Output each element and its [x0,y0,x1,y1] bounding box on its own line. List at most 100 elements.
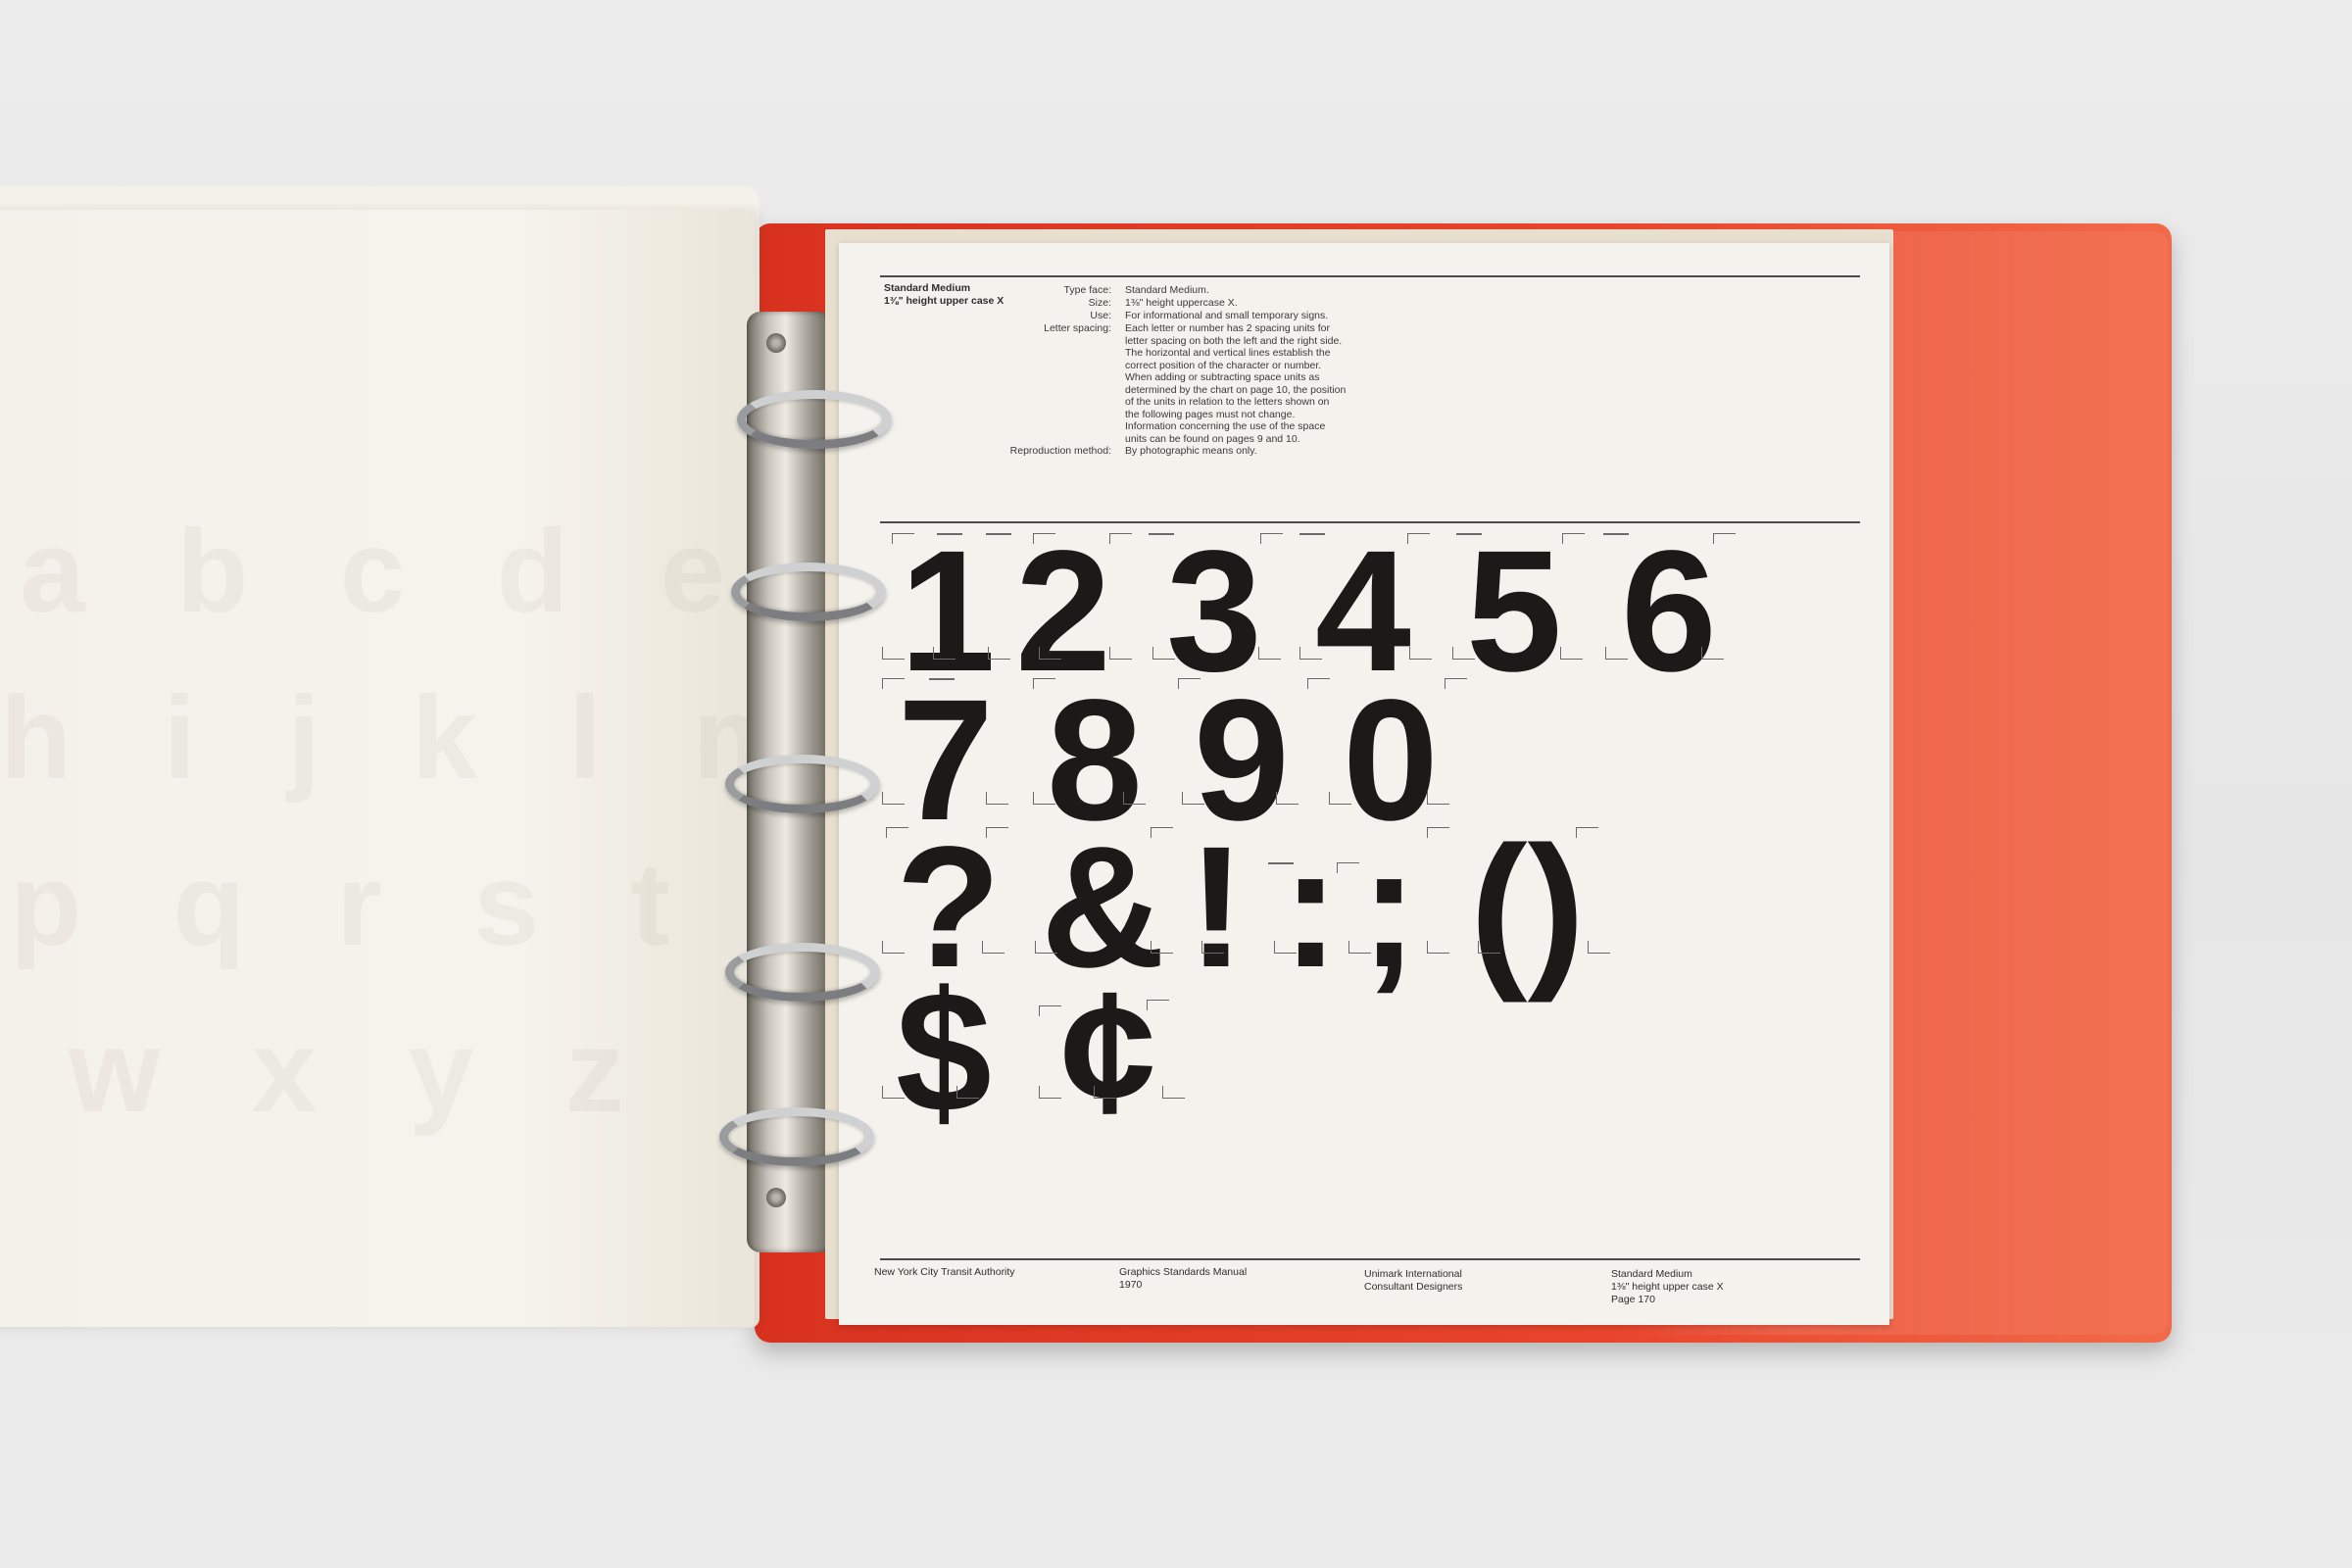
spec-label-typeface: Type face: [1063,284,1111,296]
ghost-text-row: h i j k l m [0,672,755,804]
spacing-mark [1560,647,1583,660]
binder-ring-icon [731,563,886,621]
spacing-mark [982,941,1004,954]
spec-label-letter-spacing: Letter spacing: [1044,322,1111,334]
spacing-mark [1258,647,1281,660]
spacing-mark [1445,678,1467,689]
spacing-mark [986,533,1011,535]
ghost-text-row: w x y z [69,1005,654,1137]
spacing-mark [1307,678,1330,689]
spacing-mark [933,647,956,660]
spacing-mark [1701,647,1724,660]
spacing-mark [1260,533,1283,544]
spec-value-letter-spacing-line: determined by the chart on page 10, the … [1125,383,1347,396]
spacing-mark [1162,1086,1185,1099]
spec-value-letter-spacing-line: of the units in relation to the letters … [1125,396,1330,408]
spacing-mark [1605,647,1628,660]
spacing-mark [1299,647,1322,660]
spec-label-reproduction: Reproduction method: [1009,445,1111,457]
spacing-mark [1329,792,1351,805]
spec-value-letter-spacing-line: Each letter or number has 2 spacing unit… [1125,322,1330,334]
spacing-mark [1182,792,1204,805]
spacing-mark [956,1086,979,1099]
spacing-mark [1035,941,1057,954]
footer-page-number: Page 170 [1611,1294,1655,1305]
glyph-colon: : [1282,811,1340,1004]
spec-value-letter-spacing-line: correct position of the character or num… [1125,359,1322,371]
glyph-exclamation: ! [1188,811,1246,1004]
spec-value-letter-spacing-line: Information concerning the use of the sp… [1125,420,1326,432]
spacing-mark [1713,533,1736,544]
spacing-mark [1109,533,1132,544]
spacing-mark [1033,792,1055,805]
spacing-mark [1039,647,1061,660]
spec-label-size: Size: [1088,297,1111,309]
binder-ring-icon [725,943,880,1002]
footer-rule [880,1258,1860,1260]
spacing-mark [1452,647,1475,660]
spacing-mark [1348,941,1371,954]
ghost-text-row: p q r s t u [10,839,755,970]
footer-designer: Unimark International [1364,1268,1462,1280]
binder-ring-icon [737,390,892,449]
spec-value-use: For informational and small temporary si… [1125,310,1329,321]
spec-value-size: 1⅜" height uppercase X. [1125,297,1238,309]
spacing-mark [1123,792,1146,805]
spacing-mark [1274,941,1297,954]
spacing-mark [1147,1000,1169,1010]
spacing-mark [882,792,905,805]
spacing-mark [1039,1005,1061,1016]
spacing-mark [1109,647,1132,660]
binder-ring-icon [725,755,880,813]
glyph-parentheses: () [1470,811,1586,1004]
spacing-mark [1427,827,1449,838]
spacing-mark [1407,533,1430,544]
footer-manual-title: Graphics Standards Manual [1119,1266,1248,1278]
spacing-mark [1152,647,1175,660]
spacing-mark [1427,792,1449,805]
page-header-title: Standard Medium [884,282,971,294]
spec-value-typeface: Standard Medium. [1125,284,1209,296]
spacing-mark [1409,647,1432,660]
spacing-mark [986,792,1008,805]
spacing-mark [882,941,905,954]
manual-page: Standard Medium 1⅜" height upper case X … [839,243,1889,1325]
footer-size: 1⅜" height upper case X [1611,1281,1724,1293]
spacing-mark [1576,827,1598,838]
glyph-semicolon: ; [1360,811,1418,1004]
glyph-dollar: $ [896,956,992,1149]
spacing-mark [1427,941,1449,954]
spec-value-reproduction: By photographic means only. [1125,445,1257,457]
spacing-mark [1337,862,1359,873]
spacing-mark [1562,533,1585,544]
spec-label-use: Use: [1090,310,1111,321]
spacing-mark [1151,827,1173,838]
footer-typeface: Standard Medium [1611,1268,1692,1280]
spacing-mark [988,647,1010,660]
footer-year: 1970 [1119,1279,1143,1291]
top-rule [880,275,1860,277]
spacing-mark [1094,1086,1116,1099]
spec-value-letter-spacing-line: When adding or subtracting space units a… [1125,371,1320,383]
spacing-mark [1151,941,1173,954]
spacing-mark [986,827,1008,838]
glyph-6: 6 [1621,515,1717,708]
ghost-text-row: a b c d e [20,506,755,637]
rivet-icon [766,1188,786,1207]
glyph-5: 5 [1466,515,1562,708]
spacing-mark [1588,941,1610,954]
binder-ring-icon [719,1107,874,1166]
rivet-icon [766,333,786,353]
glyph-cent: ¢ [1060,956,1156,1149]
spacing-mark [1478,941,1500,954]
footer-designer-role: Consultant Designers [1364,1281,1463,1293]
spec-value-letter-spacing-line: letter spacing on both the left and the … [1125,334,1343,347]
spec-value-letter-spacing-line: the following pages must not change. [1125,408,1296,420]
spacing-mark [1201,941,1224,954]
footer-organization: New York City Transit Authority [874,1266,1015,1278]
spacing-mark [1039,1086,1061,1099]
spec-value-letter-spacing-line: units can be found on pages 9 and 10. [1125,432,1300,445]
spacing-mark [1276,792,1298,805]
spacing-mark [882,647,905,660]
spacing-mark [882,1086,905,1099]
